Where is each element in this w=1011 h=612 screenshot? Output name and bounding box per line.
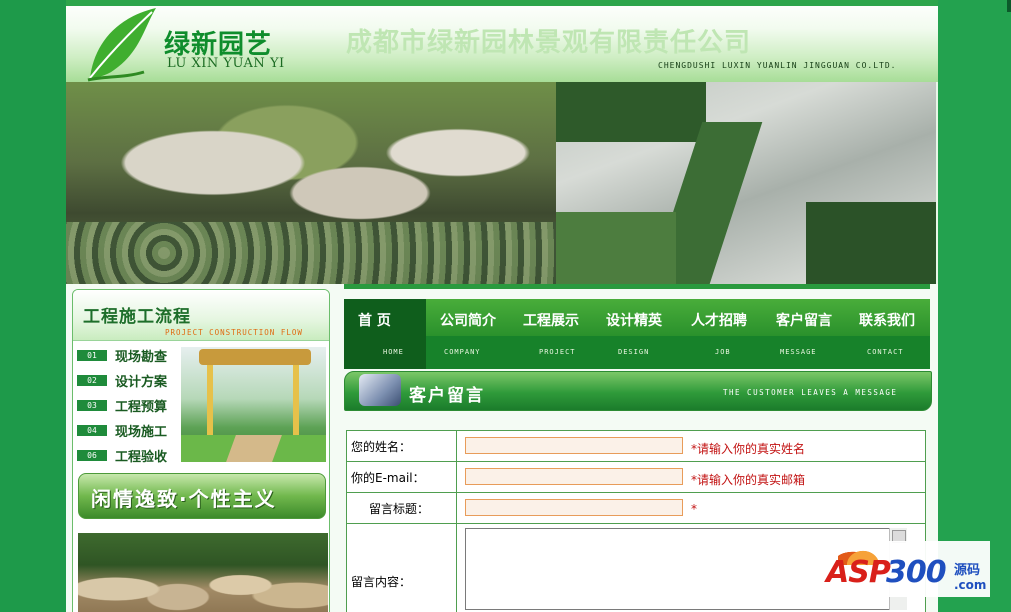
- step-number: 02: [77, 375, 107, 386]
- nav-label-english: COMPANY: [444, 348, 481, 356]
- nav-label: 设计精英: [606, 313, 662, 329]
- subject-label: 留言标题：: [369, 502, 430, 516]
- form-row-subject: 留言标题： *: [347, 493, 925, 524]
- flow-step[interactable]: 02 设计方案: [77, 371, 177, 396]
- nav-item-project[interactable]: 工程展示 PROJECT: [523, 299, 603, 369]
- email-label-cell: 你的E-mail：: [347, 462, 457, 492]
- subject-label-cell: 留言标题：: [347, 493, 457, 523]
- nav-item-company[interactable]: 公司简介 COMPANY: [440, 299, 520, 369]
- banner-image: [66, 82, 938, 284]
- flow-step[interactable]: 01 现场勘查: [77, 346, 177, 371]
- email-hint: *请输入你的真实邮箱: [691, 473, 806, 487]
- content-label-cell: 留言内容：: [347, 524, 457, 612]
- section-header: 客户留言 THE CUSTOMER LEAVES A MESSAGE: [344, 371, 932, 411]
- content-label: 留言内容：: [351, 575, 412, 589]
- step-number: 04: [77, 425, 107, 436]
- nav-item-home[interactable]: 首 页 HOME: [344, 299, 426, 369]
- name-label: 您的姓名：: [351, 440, 412, 454]
- slogan-text: 闲情逸致·个性主义: [91, 487, 277, 511]
- lily-pond: [66, 222, 556, 284]
- flow-subtitle: PROJECT CONSTRUCTION FLOW: [165, 328, 303, 337]
- nav-label: 联系我们: [859, 313, 915, 329]
- nav-label-english: CONTACT: [867, 348, 904, 356]
- subject-input[interactable]: [465, 499, 683, 516]
- nav-label: 人才招聘: [691, 313, 747, 329]
- pavilion-roof: [199, 349, 311, 365]
- nav-label: 客户留言: [776, 313, 832, 329]
- step-label: 工程预算: [115, 400, 168, 415]
- rock-wall-photo: [78, 533, 328, 612]
- rockery-pond-photo: [66, 82, 556, 284]
- step-number: 03: [77, 400, 107, 411]
- site-header: 绿新园艺 LU XIN YUAN YI 成都市绿新园林景观有限责任公司 CHEN…: [66, 0, 938, 82]
- nav-item-message[interactable]: 客户留言 MESSAGE: [776, 299, 856, 369]
- pavilion-post: [207, 365, 213, 435]
- watermark-asp: ASP: [826, 555, 891, 590]
- nav-item-job[interactable]: 人才招聘 JOB: [691, 299, 771, 369]
- email-input[interactable]: [465, 468, 683, 485]
- flow-step[interactable]: 03 工程预算: [77, 396, 177, 421]
- divider: [344, 284, 930, 289]
- slogan-banner: 闲情逸致·个性主义: [78, 473, 326, 519]
- flow-step[interactable]: 06 工程验收: [77, 446, 177, 471]
- company-name: 成都市绿新园林景观有限责任公司: [346, 28, 752, 58]
- leaf-logo-icon: [87, 8, 156, 82]
- nav-label: 公司简介: [440, 313, 496, 329]
- name-label-cell: 您的姓名：: [347, 431, 457, 461]
- nav-label-english: MESSAGE: [780, 348, 817, 356]
- flow-title-bar: 工程施工流程 PROJECT CONSTRUCTION FLOW: [73, 290, 329, 341]
- watermark-com: .com: [954, 578, 987, 592]
- email-label: 你的E-mail：: [351, 471, 425, 485]
- nav-item-design[interactable]: 设计精英 DESIGN: [606, 299, 686, 369]
- watermark-number: 300: [886, 555, 947, 590]
- main-nav: 首 页 HOME 公司简介 COMPANY 工程展示 PROJECT 设计精英 …: [344, 299, 930, 369]
- pavilion-post: [293, 365, 299, 435]
- subject-hint: *: [691, 502, 697, 516]
- form-row-name: 您的姓名： *请输入你的真实姓名: [347, 431, 925, 462]
- lawn: [556, 212, 676, 284]
- step-label: 现场勘查: [115, 350, 168, 365]
- banner-frame: [936, 82, 938, 284]
- form-row-email: 你的E-mail： *请输入你的真实邮箱: [347, 462, 925, 493]
- nav-label-english: HOME: [383, 348, 404, 356]
- step-number: 06: [77, 450, 107, 461]
- nav-label: 首 页: [358, 313, 391, 329]
- watermark-yuanma: 源码: [954, 563, 981, 578]
- page-background-right: [938, 0, 1011, 612]
- logo-english: LU XIN YUAN YI: [167, 56, 285, 71]
- nav-label-english: JOB: [715, 348, 731, 356]
- section-subtitle: THE CUSTOMER LEAVES A MESSAGE: [723, 388, 898, 397]
- nav-label: 工程展示: [523, 313, 579, 329]
- nav-item-contact[interactable]: 联系我们 CONTACT: [859, 299, 929, 369]
- nav-label-english: DESIGN: [618, 348, 650, 356]
- flow-step[interactable]: 04 现场施工: [77, 421, 177, 446]
- garden-path-photo: [556, 82, 938, 284]
- corner-mark: [1007, 0, 1011, 12]
- flow-title: 工程施工流程: [83, 307, 191, 327]
- step-label: 设计方案: [115, 375, 168, 390]
- name-hint: *请输入你的真实姓名: [691, 442, 806, 456]
- message-icon: [359, 374, 401, 406]
- company-name-english: CHENGDUSHI LUXIN YUANLIN JINGGUAN CO.LTD…: [658, 61, 897, 70]
- page-container: 绿新园艺 LU XIN YUAN YI 成都市绿新园林景观有限责任公司 CHEN…: [66, 0, 938, 612]
- section-title: 客户留言: [409, 386, 485, 406]
- walkway: [226, 435, 282, 462]
- nav-label-english: PROJECT: [539, 348, 576, 356]
- flow-step-list: 01 现场勘查 02 设计方案 03 工程预算 04 现场施工 06 工程验收: [77, 346, 177, 471]
- name-input[interactable]: [465, 437, 683, 454]
- sidebar: 工程施工流程 PROJECT CONSTRUCTION FLOW 01 现场勘查…: [72, 289, 330, 612]
- step-number: 01: [77, 350, 107, 361]
- step-label: 工程验收: [115, 450, 168, 465]
- hedge: [556, 82, 706, 142]
- hedge: [806, 202, 938, 284]
- step-label: 现场施工: [115, 425, 168, 440]
- pavilion-photo: [181, 347, 326, 462]
- watermark: ASP 300 源码 .com: [822, 541, 990, 597]
